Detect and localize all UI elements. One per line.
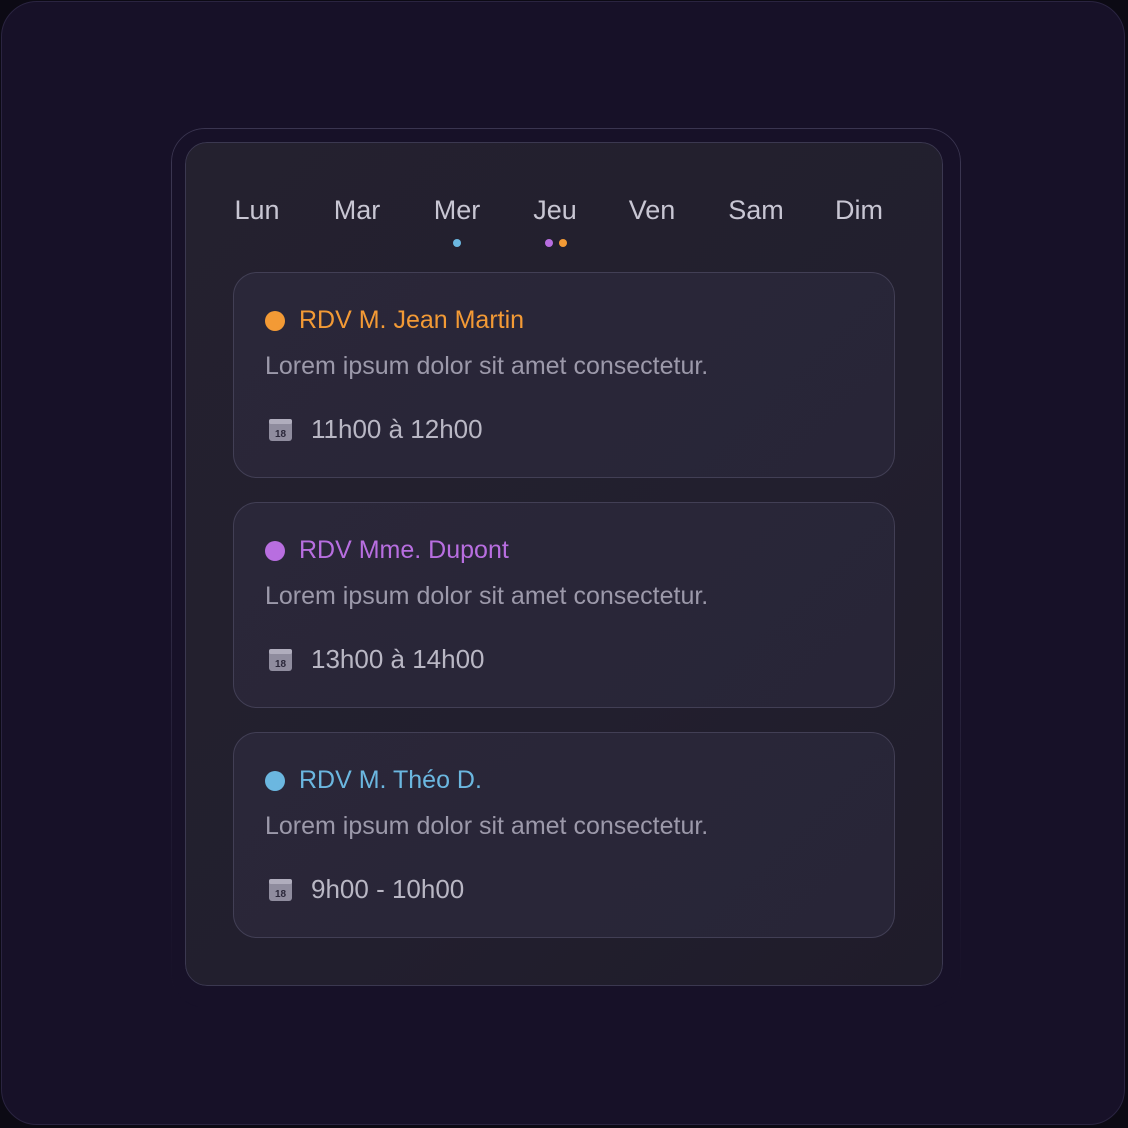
day-label: Sam [728, 195, 784, 225]
appointment-description: Lorem ipsum dolor sit amet consectetur. [265, 352, 709, 380]
status-dot [265, 541, 285, 561]
appointment-description: Lorem ipsum dolor sit amet consectetur. [265, 582, 709, 610]
calendar-icon-day: 18 [275, 889, 287, 900]
day-label: Lun [234, 195, 280, 225]
appointment-description: Lorem ipsum dolor sit amet consectetur. [265, 812, 709, 840]
calendar-icon: 18 [269, 649, 292, 671]
day-tab-mar[interactable]: Mar [334, 190, 381, 230]
day-tab-jeu[interactable]: Jeu [533, 190, 577, 230]
appointment-card[interactable]: RDV Mme. Dupont Lorem ipsum dolor sit am… [233, 502, 895, 708]
appointment-title: RDV M. Jean Martin [299, 306, 525, 334]
day-label: Jeu [533, 195, 577, 225]
day-tab-ven[interactable]: Ven [629, 190, 676, 230]
event-dot [545, 239, 553, 247]
calendar-icon: 18 [269, 879, 292, 901]
appointment-card[interactable]: RDV M. Théo D. Lorem ipsum dolor sit ame… [233, 732, 895, 938]
day-label: Ven [628, 195, 676, 225]
event-dot [559, 239, 567, 247]
status-dot [265, 771, 285, 791]
status-dot [265, 311, 285, 331]
event-indicator-dots [545, 239, 567, 248]
appointment-time: 13h00 à 14h00 [311, 644, 485, 674]
appointment-title: RDV Mme. Dupont [299, 536, 509, 564]
calendar-icon-day: 18 [275, 659, 287, 670]
appointment-title: RDV M. Théo D. [299, 766, 482, 794]
day-tab-dim[interactable]: Dim [835, 190, 883, 230]
day-label: Dim [835, 195, 883, 225]
event-indicator-dots [453, 239, 461, 248]
day-tab-sam[interactable]: Sam [728, 190, 784, 230]
event-dot [453, 239, 461, 247]
calendar-icon: 18 [269, 419, 292, 441]
day-label: Mer [433, 195, 481, 225]
day-tab-mer[interactable]: Mer [434, 190, 481, 230]
appointment-time: 11h00 à 12h00 [311, 414, 483, 444]
week-day-selector: Lun Mar Mer Jeu Ven Sam Dim [0, 190, 1128, 260]
appointment-time: 9h00 - 10h00 [311, 874, 465, 904]
calendar-icon-day: 18 [275, 429, 287, 440]
day-tab-lun[interactable]: Lun [234, 190, 279, 230]
day-label: Mar [333, 195, 381, 225]
appointment-card[interactable]: RDV M. Jean Martin Lorem ipsum dolor sit… [233, 272, 895, 478]
